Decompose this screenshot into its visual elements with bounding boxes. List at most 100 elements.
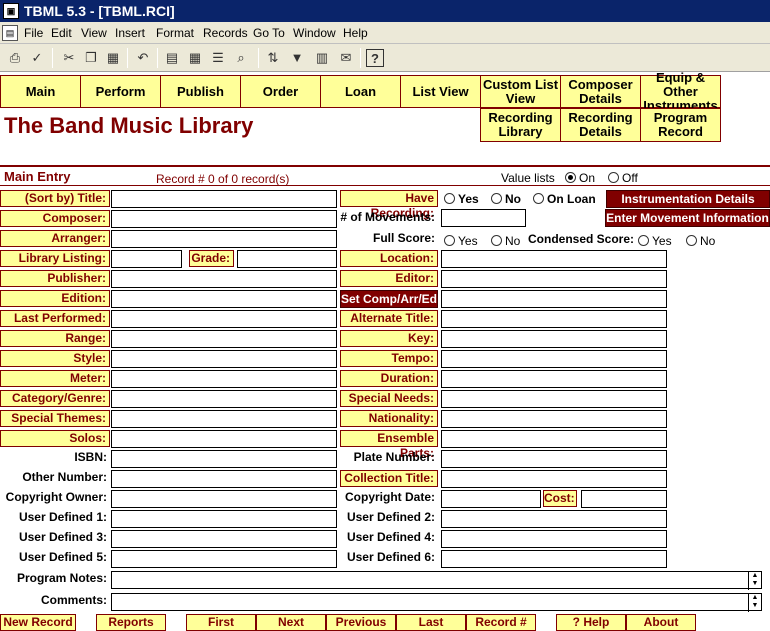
- library-listing-input[interactable]: [111, 250, 182, 268]
- plate-number-input[interactable]: [441, 450, 667, 468]
- menu-help[interactable]: Help: [343, 22, 368, 44]
- program-notes-textarea[interactable]: ▲ ▼: [111, 571, 762, 590]
- ensemble-parts-input[interactable]: [441, 430, 667, 448]
- nav-order-button[interactable]: Order: [240, 75, 321, 108]
- mail-icon[interactable]: ✉: [337, 49, 355, 67]
- value-lists-on-radio[interactable]: On: [565, 170, 595, 186]
- value-lists-off-radio[interactable]: Off: [608, 170, 638, 186]
- library-listing-label[interactable]: Library Listing:: [0, 250, 110, 267]
- record-number-button[interactable]: Record #: [466, 614, 536, 631]
- special-needs-input[interactable]: [441, 390, 667, 408]
- full-score-no-radio[interactable]: No: [491, 233, 520, 249]
- menu-edit[interactable]: Edit: [51, 22, 72, 44]
- nav-program-record-button[interactable]: Program Record: [640, 108, 721, 142]
- last-performed-label[interactable]: Last Performed:: [0, 310, 110, 327]
- copyright-owner-input[interactable]: [111, 490, 337, 508]
- next-record-button[interactable]: Next: [256, 614, 326, 631]
- nav-composer-details-button[interactable]: Composer Details: [560, 75, 641, 108]
- user-defined-1-input[interactable]: [111, 510, 337, 528]
- table-icon[interactable]: ▥: [313, 49, 331, 67]
- composer-input[interactable]: [111, 210, 337, 228]
- special-themes-label[interactable]: Special Themes:: [0, 410, 110, 427]
- nav-custom-list-view-button[interactable]: Custom List View: [480, 75, 561, 108]
- table-view-icon[interactable]: ▦: [186, 49, 204, 67]
- nav-main-button[interactable]: Main: [0, 75, 81, 108]
- num-movements-input[interactable]: [441, 209, 526, 227]
- meter-label[interactable]: Meter:: [0, 370, 110, 387]
- new-record-button[interactable]: New Record: [0, 614, 76, 631]
- menu-window[interactable]: Window: [293, 22, 336, 44]
- ensemble-parts-label[interactable]: Ensemble Parts:: [340, 430, 438, 460]
- category-genre-label[interactable]: Category/Genre:: [0, 390, 110, 407]
- comments-scrollbar[interactable]: ▲ ▼: [748, 594, 761, 612]
- meter-input[interactable]: [111, 370, 337, 388]
- nav-publish-button[interactable]: Publish: [160, 75, 241, 108]
- publisher-label[interactable]: Publisher:: [0, 270, 110, 287]
- spellcheck-icon[interactable]: ✓: [28, 49, 46, 67]
- alternate-title-label[interactable]: Alternate Title:: [340, 310, 438, 327]
- user-defined-6-input[interactable]: [441, 550, 667, 568]
- grade-input[interactable]: [237, 250, 337, 268]
- previous-record-button[interactable]: Previous: [326, 614, 396, 631]
- collection-title-label[interactable]: Collection Title:: [340, 470, 438, 487]
- solos-label[interactable]: Solos:: [0, 430, 110, 447]
- set-comp-input[interactable]: [441, 290, 667, 308]
- cut-icon[interactable]: ✂: [60, 49, 78, 67]
- condensed-score-yes-radio[interactable]: Yes: [638, 233, 672, 249]
- user-defined-3-input[interactable]: [111, 530, 337, 548]
- have-recording-no-radio[interactable]: No: [491, 191, 521, 207]
- nav-recording-library-button[interactable]: Recording Library: [480, 108, 561, 142]
- alternate-title-input[interactable]: [441, 310, 667, 328]
- about-button[interactable]: About: [626, 614, 696, 631]
- cost-input[interactable]: [581, 490, 667, 508]
- menu-format[interactable]: Format: [156, 22, 194, 44]
- range-input[interactable]: [111, 330, 337, 348]
- user-defined-5-input[interactable]: [111, 550, 337, 568]
- location-input[interactable]: [441, 250, 667, 268]
- print-icon[interactable]: ⎙: [6, 49, 24, 67]
- reports-button[interactable]: Reports: [96, 614, 166, 631]
- editor-input[interactable]: [441, 270, 667, 288]
- user-defined-2-input[interactable]: [441, 510, 667, 528]
- help-button[interactable]: ? Help: [556, 614, 626, 631]
- other-number-input[interactable]: [111, 470, 337, 488]
- nav-recording-details-button[interactable]: Recording Details: [560, 108, 641, 142]
- special-needs-label[interactable]: Special Needs:: [340, 390, 438, 407]
- form-view-icon[interactable]: ▤: [163, 49, 181, 67]
- copyright-date-input[interactable]: [441, 490, 541, 508]
- undo-icon[interactable]: ↶: [134, 49, 152, 67]
- tempo-label[interactable]: Tempo:: [340, 350, 438, 367]
- list-view-icon[interactable]: ☰: [209, 49, 227, 67]
- tempo-input[interactable]: [441, 350, 667, 368]
- sort-icon[interactable]: ⇅: [264, 49, 282, 67]
- style-label[interactable]: Style:: [0, 350, 110, 367]
- nationality-label[interactable]: Nationality:: [340, 410, 438, 427]
- filter-icon[interactable]: ▼: [288, 49, 306, 67]
- menu-records[interactable]: Records: [203, 22, 248, 44]
- grade-label[interactable]: Grade:: [189, 250, 234, 267]
- program-notes-scrollbar[interactable]: ▲ ▼: [748, 572, 761, 590]
- publisher-input[interactable]: [111, 270, 337, 288]
- sort-title-label[interactable]: (Sort by) Title:: [0, 190, 110, 207]
- tbml-app-icon[interactable]: ▣: [3, 3, 19, 19]
- range-label[interactable]: Range:: [0, 330, 110, 347]
- paste-icon[interactable]: ▦: [104, 49, 122, 67]
- have-recording-yes-radio[interactable]: Yes: [444, 191, 479, 207]
- nav-equip-other-button[interactable]: Equip & Other Instruments: [640, 70, 721, 112]
- document-icon[interactable]: ▤: [2, 25, 18, 41]
- location-label[interactable]: Location:: [340, 250, 438, 267]
- nav-list-view-button[interactable]: List View: [400, 75, 481, 108]
- comments-textarea[interactable]: ▲ ▼: [111, 593, 762, 612]
- last-performed-input[interactable]: [111, 310, 337, 328]
- nav-perform-button[interactable]: Perform: [80, 75, 161, 108]
- style-input[interactable]: [111, 350, 337, 368]
- collection-title-input[interactable]: [441, 470, 667, 488]
- isbn-input[interactable]: [111, 450, 337, 468]
- have-recording-on-loan-radio[interactable]: On Loan: [533, 191, 596, 207]
- set-comp-arr-ed-button[interactable]: Set Comp/Arr/Ed: [340, 290, 438, 308]
- key-label[interactable]: Key:: [340, 330, 438, 347]
- menu-file[interactable]: File: [24, 22, 43, 44]
- help-icon[interactable]: ?: [366, 49, 384, 67]
- first-record-button[interactable]: First: [186, 614, 256, 631]
- arranger-label[interactable]: Arranger:: [0, 230, 110, 247]
